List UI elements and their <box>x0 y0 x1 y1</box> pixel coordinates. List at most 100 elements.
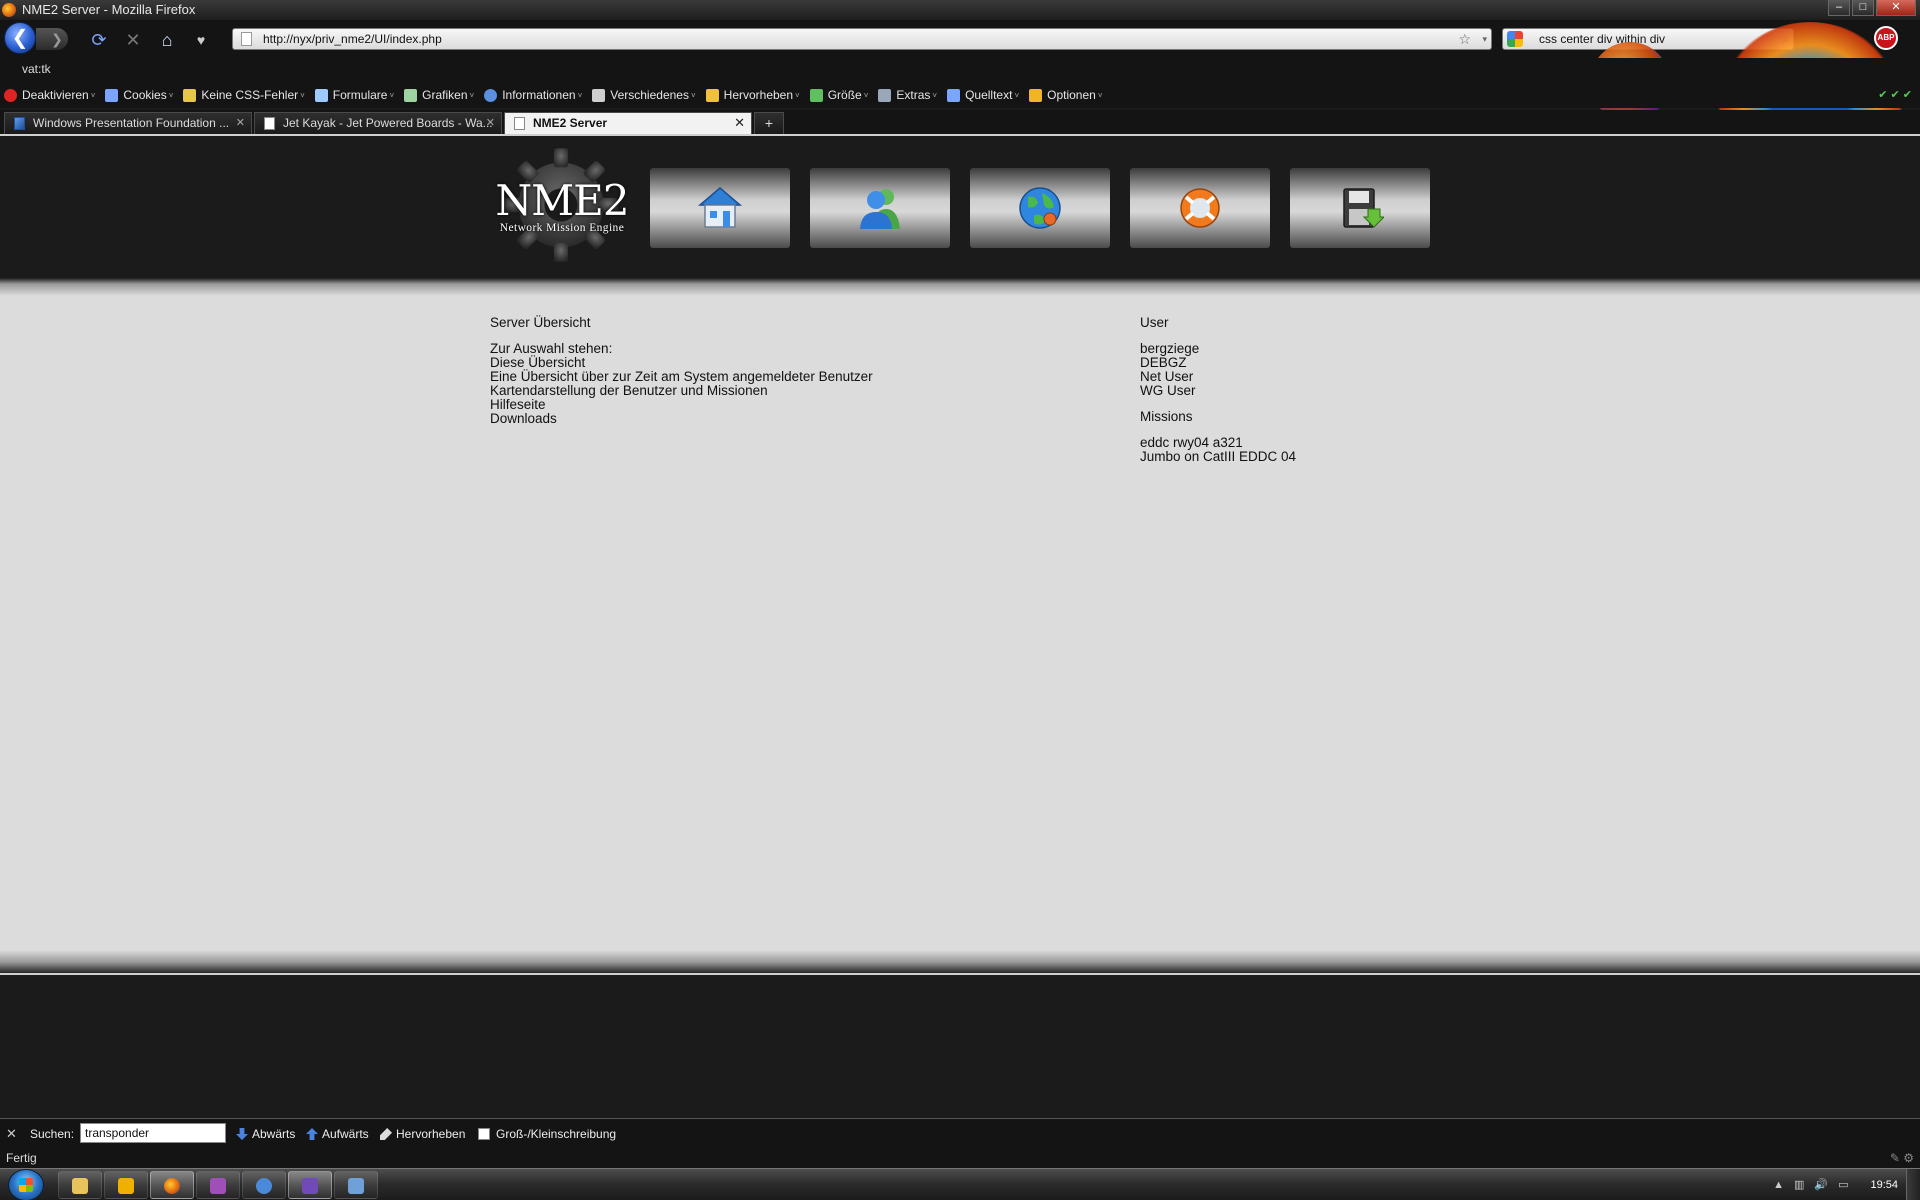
misc-icon <box>592 88 606 102</box>
find-previous-button[interactable]: Aufwärts <box>306 1127 369 1141</box>
devbar-item-misc[interactable]: Verschiedenes ˅ <box>592 88 696 102</box>
taskbar-firefox[interactable] <box>150 1171 194 1199</box>
web-developer-toolbar: Deaktivieren ˅ Cookies ˅ Keine CSS-Fehler ˅… <box>0 82 1920 108</box>
tab-close-icon[interactable]: ✕ <box>734 113 745 133</box>
highlighter-icon <box>380 1128 392 1140</box>
arrow-up-icon <box>306 1128 318 1140</box>
taskbar-visual-studio[interactable] <box>288 1171 332 1199</box>
nav-help-button[interactable] <box>1130 168 1270 248</box>
firefox-icon <box>164 1178 180 1194</box>
tray-expand-icon[interactable]: ▲ <box>1773 1169 1784 1200</box>
taskbar-outlook[interactable] <box>104 1171 148 1199</box>
footer-divider <box>0 973 1920 975</box>
link-logged-in-users[interactable]: Eine Übersicht über zur Zeit am System a… <box>490 370 873 384</box>
network-tray-icon[interactable]: ▭ <box>1838 1169 1848 1200</box>
network-icon <box>256 1178 272 1194</box>
tab-wpf[interactable]: Windows Presentation Foundation ... ✕ <box>4 112 252 134</box>
page-favicon-icon <box>514 117 525 130</box>
new-tab-button[interactable]: + <box>754 112 784 134</box>
start-button[interactable] <box>8 1169 44 1200</box>
form-icon <box>314 88 328 102</box>
minimize-button[interactable]: – <box>1828 0 1850 16</box>
nav-downloads-button[interactable] <box>1290 168 1430 248</box>
search-bar[interactable]: css center div within div ⌕ <box>1502 28 1794 50</box>
close-window-button[interactable]: ✕ <box>1876 0 1916 16</box>
link-help[interactable]: Hilfeseite <box>490 398 873 412</box>
show-desktop-button[interactable] <box>1906 1169 1920 1200</box>
resize-icon <box>809 88 823 102</box>
users-missions-column: User bergziege DEBGZ Net User WG User Mi… <box>1140 316 1296 464</box>
status-check-icons: ✔ ✔ ✔ <box>1878 89 1912 101</box>
devbar-item-disable[interactable]: Deaktivieren ˅ <box>4 88 95 102</box>
nav-home-button[interactable] <box>650 168 790 248</box>
devbar-item-forms[interactable]: Formulare ˅ <box>314 88 394 102</box>
nme2-logo[interactable]: NME2 Network Mission Engine <box>488 144 636 270</box>
link-map-view[interactable]: Kartendarstellung der Benutzer und Missi… <box>490 384 873 398</box>
taskbar-virtualbox[interactable] <box>334 1171 378 1199</box>
home-button-icon[interactable]: ⌂ <box>156 29 178 51</box>
mission-item: eddc rwy04 a321 <box>1140 435 1243 450</box>
page-favicon-icon <box>264 117 275 130</box>
reload-icon[interactable]: ⟳ <box>88 29 110 51</box>
forward-button[interactable]: ❯ <box>36 28 68 50</box>
taskbar-explorer[interactable] <box>58 1171 102 1199</box>
devbar-item-source[interactable]: Quelltext ˅ <box>947 88 1019 102</box>
system-tray: ▲ ▥ 🔊 ▭ 19:54 <box>1773 1169 1912 1200</box>
close-findbar-icon[interactable]: ✕ <box>6 1126 17 1142</box>
taskbar-onenote[interactable] <box>196 1171 240 1199</box>
back-button[interactable]: ❮ <box>4 22 36 54</box>
devbar-item-css[interactable]: Keine CSS-Fehler ˅ <box>183 88 305 102</box>
devbar-item-images[interactable]: Grafiken ˅ <box>404 88 474 102</box>
taskbar-network[interactable] <box>242 1171 286 1199</box>
info-icon <box>484 88 498 102</box>
bookmark-item[interactable]: vat:tk <box>22 62 51 76</box>
users-heading: User <box>1140 315 1169 330</box>
devbar-item-tools[interactable]: Extras ˅ <box>878 88 937 102</box>
google-icon[interactable] <box>1507 31 1523 47</box>
wpf-favicon-icon <box>14 117 25 130</box>
tab-label: Jet Kayak - Jet Powered Boards - Wa... <box>283 116 493 130</box>
tab-close-icon[interactable]: ✕ <box>236 113 245 133</box>
link-downloads[interactable]: Downloads <box>490 412 873 426</box>
status-bar: Fertig ✎ ⚙ <box>0 1148 1920 1168</box>
nav-users-button[interactable] <box>810 168 950 248</box>
nav-map-button[interactable] <box>970 168 1110 248</box>
devbar-item-resize[interactable]: Größe ˅ <box>809 88 868 102</box>
navigation-toolbar: ❮ ❯ ⟳ ✕ ⌂ ♥ http://nyx/priv_nme2/UI/inde… <box>0 20 1920 58</box>
stop-icon[interactable]: ✕ <box>122 29 144 51</box>
status-addon-icons[interactable]: ✎ ⚙ <box>1890 1148 1914 1168</box>
user-item: WG User <box>1140 383 1196 398</box>
search-query: css center div within div <box>1539 32 1666 46</box>
volume-icon[interactable]: 🔊 <box>1814 1169 1828 1200</box>
find-highlight-button[interactable]: Hervorheben <box>380 1127 465 1141</box>
addon-icon[interactable]: ♥ <box>190 29 212 51</box>
find-label: Suchen: <box>30 1127 75 1141</box>
mission-item: Jumbo on CatIII EDDC 04 <box>1140 449 1297 464</box>
clock[interactable]: 19:54 <box>1870 1169 1898 1200</box>
devbar-item-options[interactable]: Optionen ˅ <box>1029 88 1102 102</box>
adblock-plus-icon[interactable]: ABP <box>1874 26 1898 50</box>
site-header: NME2 Network Mission Engine <box>0 134 1920 276</box>
search-icon[interactable]: ⌕ <box>1782 29 1789 49</box>
tab-close-icon[interactable]: ✕ <box>486 113 495 133</box>
devbar-item-information[interactable]: Informationen ˅ <box>484 88 582 102</box>
link-overview[interactable]: Diese Übersicht <box>490 356 873 370</box>
find-input[interactable] <box>80 1123 226 1143</box>
user-item: DEBGZ <box>1140 355 1187 370</box>
bookmark-star-icon[interactable]: ☆ <box>1458 29 1471 49</box>
devbar-item-highlight[interactable]: Hervorheben ˅ <box>705 88 800 102</box>
maximize-button[interactable]: □ <box>1852 0 1874 16</box>
tab-nme2-server[interactable]: NME2 Server ✕ <box>504 112 752 134</box>
tray-device-icon[interactable]: ▥ <box>1794 1169 1804 1200</box>
url-dropdown-icon[interactable]: ▾ <box>1482 29 1487 49</box>
devbar-item-cookies[interactable]: Cookies ˅ <box>105 88 173 102</box>
cube-icon <box>348 1178 364 1194</box>
user-item: bergziege <box>1140 341 1200 356</box>
url-bar[interactable]: http://nyx/priv_nme2/UI/index.php ☆ ▾ <box>232 28 1492 50</box>
status-text: Fertig <box>6 1151 37 1165</box>
find-next-button[interactable]: Abwärts <box>236 1127 295 1141</box>
window-title: NME2 Server - Mozilla Firefox <box>22 2 196 17</box>
tab-jet-kayak[interactable]: Jet Kayak - Jet Powered Boards - Wa... ✕ <box>254 112 502 134</box>
globe-icon <box>1019 187 1061 229</box>
match-case-checkbox[interactable] <box>478 1128 490 1140</box>
